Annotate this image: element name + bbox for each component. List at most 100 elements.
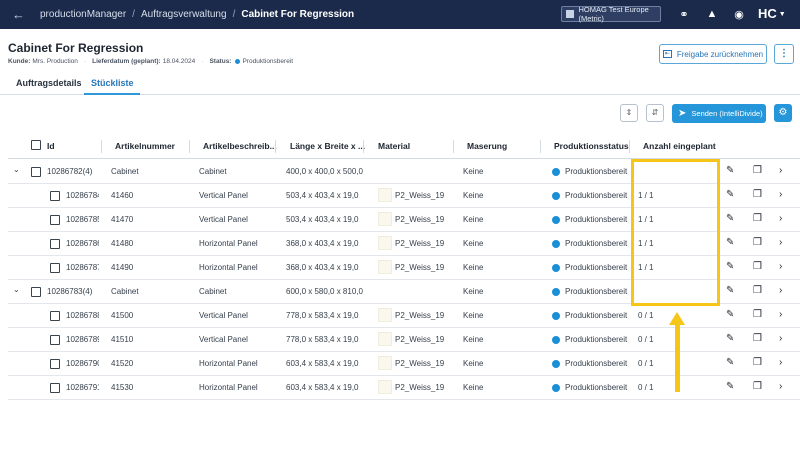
column-header-production-status[interactable]: Produktionsstatus: [554, 141, 629, 151]
row-checkbox[interactable]: [50, 311, 60, 321]
account-menu[interactable]: HC ▼: [758, 6, 786, 21]
table-row[interactable]: 10286791 41530 Horizontal Panel 603,4 x 583…: [8, 376, 800, 400]
copy-icon[interactable]: ❐: [753, 285, 762, 296]
copy-icon[interactable]: ❐: [753, 261, 762, 272]
cell-dimensions: 778,0 x 583,4 x 19,0: [286, 311, 359, 320]
cell-grain: Keine: [463, 215, 484, 224]
chevron-right-icon[interactable]: ›: [779, 357, 782, 368]
cell-material: P2_Weiss_19: [395, 263, 445, 272]
column-header-material[interactable]: Material: [378, 141, 410, 151]
cell-planned-count: 0 / 1: [638, 359, 654, 368]
chevron-right-icon[interactable]: ›: [779, 333, 782, 344]
row-checkbox[interactable]: [50, 263, 60, 273]
chevron-right-icon[interactable]: ›: [779, 285, 782, 296]
status-dot: [235, 59, 241, 64]
chevron-right-icon[interactable]: ›: [779, 213, 782, 224]
copy-icon[interactable]: ❐: [753, 309, 762, 320]
column-header-article-number[interactable]: Artikelnummer: [115, 141, 175, 151]
breadcrumb-order-management[interactable]: Auftragsverwaltung: [141, 9, 227, 20]
expand-all-button[interactable]: ⇕: [620, 104, 638, 122]
copy-icon[interactable]: ❐: [753, 213, 762, 224]
table-row[interactable]: 10286789 41510 Vertical Panel 778,0 x 583,4…: [8, 328, 800, 352]
release-revoke-label: Freigabe zurücknehmen: [676, 49, 764, 59]
row-checkbox[interactable]: [50, 383, 60, 393]
chevron-right-icon[interactable]: ›: [779, 381, 782, 392]
headset-icon[interactable]: ◉: [732, 8, 746, 22]
row-checkbox[interactable]: [50, 191, 60, 201]
settings-button[interactable]: ⚙: [774, 104, 792, 122]
tab-parts-list[interactable]: Stückliste: [91, 78, 134, 88]
cell-grain: Keine: [463, 359, 484, 368]
row-checkbox[interactable]: [31, 167, 41, 177]
edit-icon[interactable]: ✎: [726, 189, 734, 200]
edit-icon[interactable]: ✎: [726, 213, 734, 224]
cell-id: 10286786: [66, 239, 99, 248]
edit-icon[interactable]: ✎: [726, 285, 734, 296]
cell-production-status: Produktionsbereit: [565, 167, 628, 176]
edit-icon[interactable]: ✎: [726, 357, 734, 368]
material-swatch: [378, 188, 392, 202]
table-row[interactable]: 10286790 41520 Horizontal Panel 603,4 x 583…: [8, 352, 800, 376]
bell-icon[interactable]: ▲: [705, 8, 719, 22]
column-header-planned-count[interactable]: Anzahl eingeplant: [643, 141, 716, 151]
cell-dimensions: 400,0 x 400,0 x 500,0: [286, 167, 363, 176]
chevron-down-icon[interactable]: ⌄: [13, 285, 20, 294]
material-swatch: [378, 212, 392, 226]
copy-icon[interactable]: ❐: [753, 333, 762, 344]
tenant-name: HOMAG Test Europe (Metric): [578, 5, 649, 23]
column-header-description[interactable]: Artikelbeschreib...: [203, 141, 277, 151]
cell-article-number: 41500: [111, 311, 134, 320]
row-checkbox[interactable]: [50, 359, 60, 369]
column-header-grain[interactable]: Maserung: [467, 141, 507, 151]
breadcrumb-app[interactable]: productionManager: [40, 9, 126, 20]
release-revoke-button[interactable]: ⇤ Freigabe zurücknehmen: [659, 44, 767, 64]
arrow-left-icon[interactable]: ←: [12, 7, 26, 22]
tab-order-details[interactable]: Auftragsdetails: [16, 78, 82, 88]
chevron-right-icon[interactable]: ›: [779, 261, 782, 272]
send-intellidivide-button[interactable]: ➤ Senden (IntelliDivide): [672, 104, 766, 123]
copy-icon[interactable]: ❐: [753, 189, 762, 200]
edit-icon[interactable]: ✎: [726, 237, 734, 248]
cell-material: P2_Weiss_19: [395, 311, 445, 320]
edit-icon[interactable]: ✎: [726, 381, 734, 392]
annotation-arrow: [675, 322, 680, 392]
select-all-checkbox[interactable]: [31, 140, 41, 150]
column-header-dimensions[interactable]: Länge x Breite x ...: [290, 141, 365, 151]
copy-icon[interactable]: ❐: [753, 381, 762, 392]
collapse-all-button[interactable]: ⇵: [646, 104, 664, 122]
cell-dimensions: 603,4 x 583,4 x 19,0: [286, 359, 359, 368]
row-checkbox[interactable]: [50, 335, 60, 345]
material-swatch: [378, 356, 392, 370]
column-header-id[interactable]: Id: [47, 141, 55, 151]
cell-material: P2_Weiss_19: [395, 239, 445, 248]
more-options-button[interactable]: ⋮: [774, 44, 794, 64]
row-checkbox[interactable]: [31, 287, 41, 297]
cell-description: Horizontal Panel: [199, 263, 258, 272]
edit-icon[interactable]: ✎: [726, 333, 734, 344]
chevron-down-icon[interactable]: ⌄: [13, 165, 20, 174]
status-dot: [552, 360, 560, 368]
copy-icon[interactable]: ❐: [753, 357, 762, 368]
chevron-right-icon[interactable]: ›: [779, 189, 782, 200]
cell-article-number: 41480: [111, 239, 134, 248]
chevron-right-icon[interactable]: ›: [779, 309, 782, 320]
cell-description: Cabinet: [199, 287, 227, 296]
edit-icon[interactable]: ✎: [726, 309, 734, 320]
cell-id: 10286789: [66, 335, 99, 344]
chevron-right-icon[interactable]: ›: [779, 237, 782, 248]
link-icon[interactable]: ⚭: [677, 8, 691, 22]
chevron-right-icon[interactable]: ›: [779, 165, 782, 176]
edit-icon[interactable]: ✎: [726, 165, 734, 176]
copy-icon[interactable]: ❐: [753, 237, 762, 248]
building-icon: [566, 10, 574, 18]
row-checkbox[interactable]: [50, 239, 60, 249]
highlight-box: [631, 159, 720, 306]
copy-icon[interactable]: ❐: [753, 165, 762, 176]
status-dot: [552, 312, 560, 320]
row-checkbox[interactable]: [50, 215, 60, 225]
customer-label: Kunde:: [8, 58, 31, 65]
status-label: Status:: [209, 58, 232, 65]
cell-description: Vertical Panel: [199, 191, 248, 200]
tenant-selector[interactable]: HOMAG Test Europe (Metric): [561, 5, 661, 23]
edit-icon[interactable]: ✎: [726, 261, 734, 272]
